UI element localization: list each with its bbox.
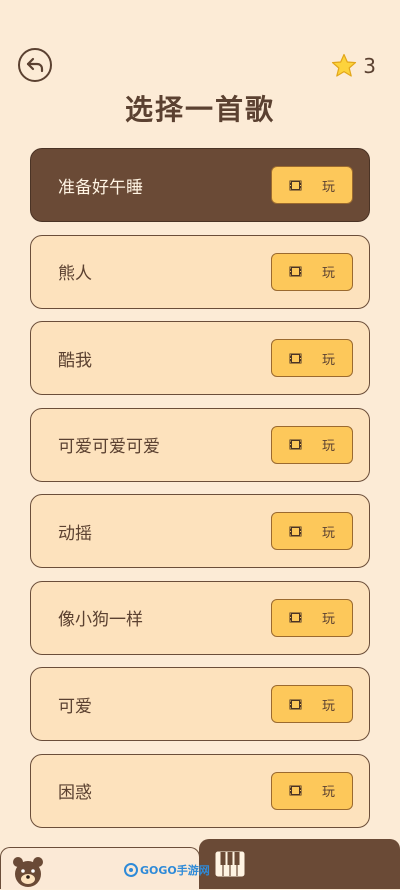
song-name: 困惑 — [58, 783, 92, 803]
star-counter: 3 — [331, 53, 376, 78]
play-label: 玩 — [321, 179, 335, 195]
play-label: 玩 — [321, 266, 335, 281]
song-item[interactable]: 酷我 玩 — [30, 321, 370, 395]
film-icon — [289, 526, 302, 536]
song-name: 可爱可爱可爱 — [58, 437, 160, 457]
film-icon — [289, 353, 302, 363]
bear-icon — [13, 857, 43, 887]
song-item[interactable]: 熊人 玩 — [30, 234, 370, 309]
gogo-logo-icon — [124, 863, 138, 877]
song-item[interactable]: 可爱可爱可爱 玩 — [30, 407, 370, 482]
play-label: 玩 — [321, 352, 335, 368]
song-name: 熊人 — [58, 264, 92, 284]
song-name: 准备好午睡 — [58, 177, 143, 198]
watermark: GOGO手游网 — [124, 862, 210, 878]
watermark-text: GOGO手游网 — [140, 864, 210, 877]
page-title: 选择一首歌 — [124, 93, 275, 126]
song-name: 像小狗一样 — [58, 610, 143, 630]
film-icon — [289, 699, 302, 709]
play-label: 玩 — [321, 612, 335, 627]
song-item[interactable]: 动摇 玩 — [30, 494, 370, 568]
song-name: 酷我 — [58, 350, 92, 371]
film-icon — [289, 266, 302, 277]
star-count: 3 — [363, 53, 376, 78]
play-button[interactable]: 玩 — [271, 252, 353, 291]
play-button[interactable]: 玩 — [271, 166, 353, 204]
play-label: 玩 — [321, 785, 335, 800]
piano-icon — [215, 851, 245, 877]
film-icon — [289, 612, 302, 623]
play-button[interactable]: 玩 — [271, 598, 353, 637]
song-item[interactable]: 可爱 玩 — [30, 667, 370, 741]
play-label: 玩 — [321, 698, 335, 714]
film-icon — [289, 785, 302, 796]
play-button[interactable]: 玩 — [271, 512, 353, 550]
back-button[interactable] — [18, 48, 52, 82]
song-name: 动摇 — [58, 523, 92, 544]
song-item[interactable]: 困惑 玩 — [30, 753, 370, 828]
film-icon — [289, 439, 302, 450]
back-arrow-icon — [26, 57, 44, 73]
tab-piano[interactable] — [199, 839, 400, 889]
play-button[interactable]: 玩 — [271, 771, 353, 810]
film-icon — [289, 180, 302, 190]
play-button[interactable]: 玩 — [271, 685, 353, 723]
song-item[interactable]: 准备好午睡 玩 — [30, 148, 370, 222]
play-button[interactable]: 玩 — [271, 339, 353, 377]
song-list: 准备好午睡 玩 熊人 玩 酷我 玩 可爱可爱可爱 玩 动摇 玩 像小狗一样 玩 … — [30, 148, 370, 840]
song-name: 可爱 — [58, 696, 92, 717]
play-label: 玩 — [321, 439, 335, 454]
play-label: 玩 — [321, 525, 335, 541]
play-button[interactable]: 玩 — [271, 425, 353, 464]
star-icon — [332, 53, 357, 77]
song-item[interactable]: 像小狗一样 玩 — [30, 580, 370, 655]
